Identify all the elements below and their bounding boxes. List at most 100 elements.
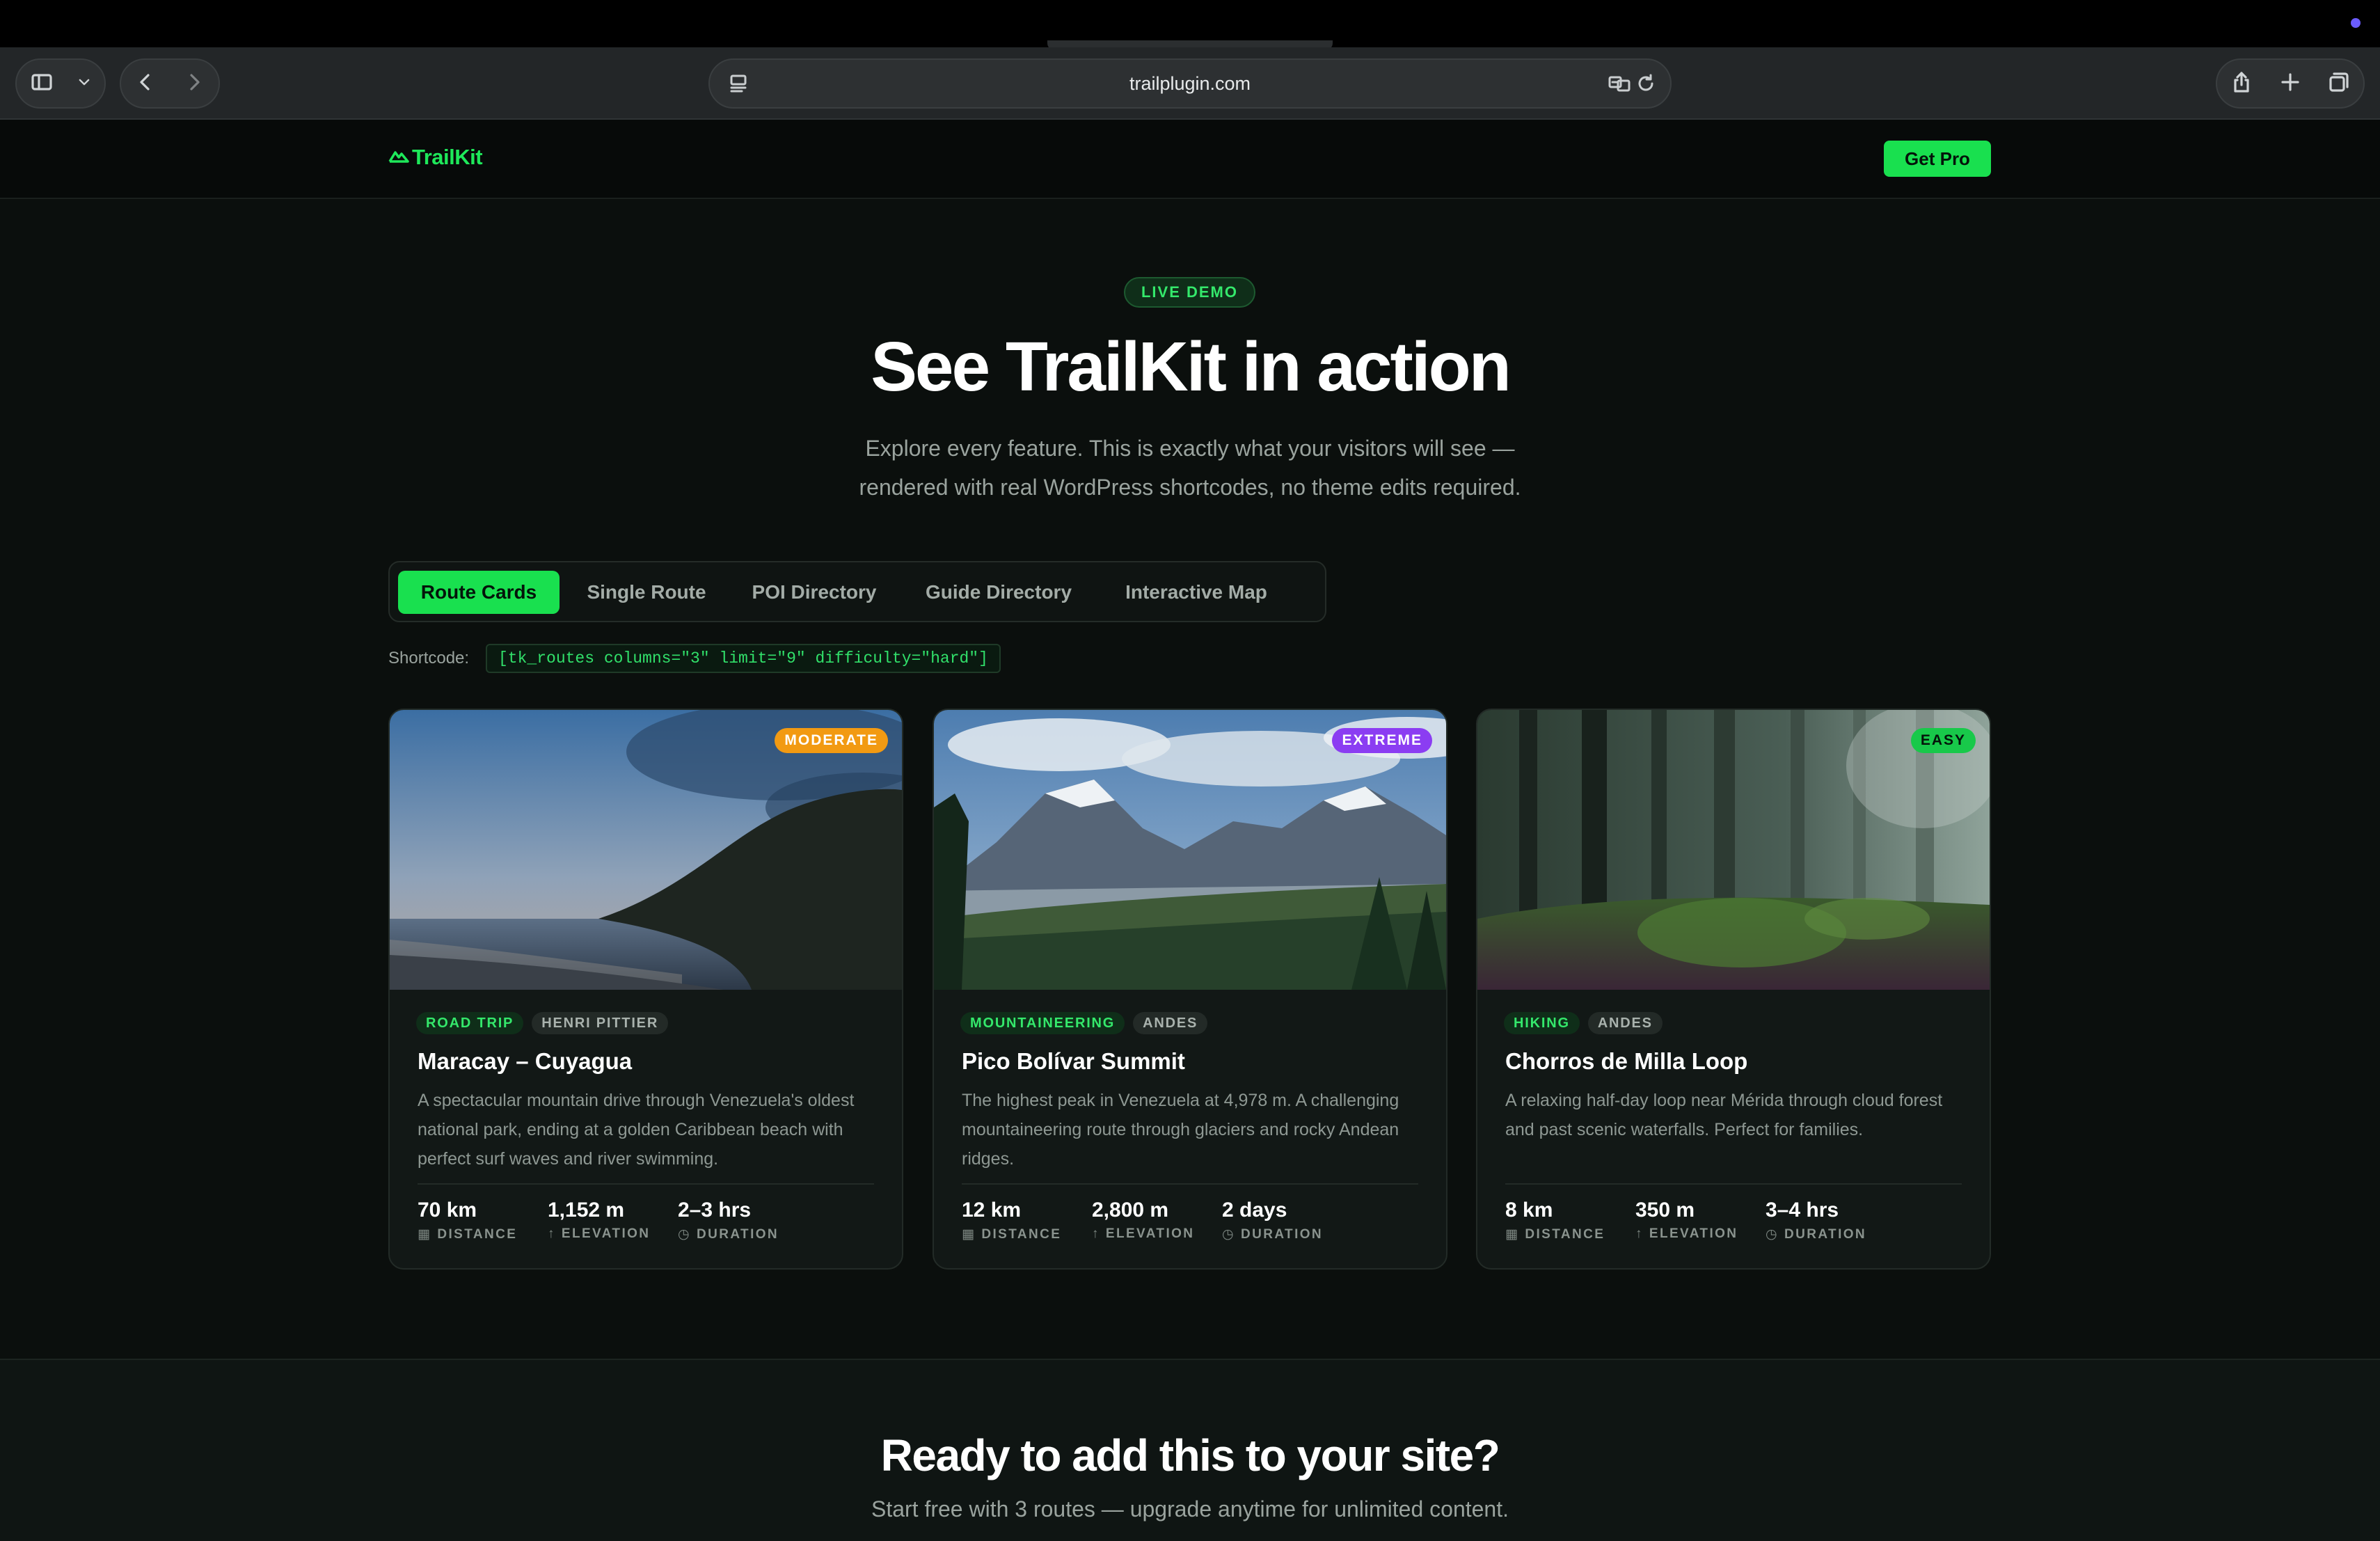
route-tags: HIKING ANDES — [1504, 1012, 1663, 1034]
route-stats: 12 km ▦ DISTANCE 2,800 m ↑ ELEVATION 2 day… — [962, 1199, 1352, 1242]
stat-value: 2 days — [1222, 1199, 1287, 1222]
share-icon — [2230, 70, 2253, 97]
stat-label: DISTANCE — [437, 1227, 518, 1242]
tab-interactive-map[interactable]: Interactive Map — [1102, 571, 1290, 614]
route-card[interactable]: EASY HIKING ANDES Chorros de Milla Loop … — [1476, 709, 1991, 1270]
sidebar-toggle-button[interactable] — [17, 60, 67, 107]
category-tag[interactable]: ROAD TRIP — [416, 1012, 524, 1034]
arrow-up-icon: ↑ — [1635, 1226, 1644, 1241]
stat-label: DISTANCE — [981, 1227, 1062, 1242]
cta-section: Ready to add this to your site? Start fr… — [0, 1359, 2380, 1541]
category-tag[interactable]: MOUNTAINEERING — [960, 1012, 1125, 1034]
stat-distance: 12 km ▦ DISTANCE — [962, 1199, 1092, 1242]
mountain-icon — [388, 148, 409, 167]
route-tags: MOUNTAINEERING ANDES — [960, 1012, 1208, 1034]
shortcode-snippet[interactable]: [tk_routes columns="3" limit="9" difficu… — [486, 644, 1001, 673]
url-text[interactable]: trailplugin.com — [710, 60, 1670, 107]
region-tag[interactable]: HENRI PITTIER — [532, 1012, 669, 1034]
stat-elevation: 350 m ↑ ELEVATION — [1635, 1199, 1766, 1242]
camera-indicator-dot — [2351, 18, 2361, 28]
sidebar-menu-button[interactable] — [67, 60, 102, 107]
card-divider — [418, 1183, 874, 1185]
window-controls — [2216, 58, 2365, 109]
stat-duration: 2 days ◷ DURATION — [1222, 1199, 1352, 1242]
tab-single-route[interactable]: Single Route — [572, 571, 721, 614]
stat-label: DURATION — [1784, 1227, 1867, 1242]
tabs-icon — [2327, 70, 2351, 97]
reload-icon[interactable] — [1634, 72, 1658, 95]
back-icon — [134, 70, 157, 97]
arrow-up-icon: ↑ — [548, 1226, 556, 1241]
sidebar-controls — [15, 58, 106, 109]
stat-value: 1,152 m — [548, 1199, 625, 1222]
system-top-bar — [0, 0, 2380, 50]
difficulty-badge: MODERATE — [775, 728, 888, 753]
live-demo-badge: LIVE DEMO — [1124, 277, 1255, 308]
stat-label: ELEVATION — [1105, 1226, 1195, 1241]
card-divider — [962, 1183, 1418, 1185]
stat-duration: 2–3 hrs ◷ DURATION — [678, 1199, 808, 1242]
chevron-down-icon — [75, 73, 93, 95]
route-stats: 8 km ▦ DISTANCE 350 m ↑ ELEVATION 3–4 hrs … — [1505, 1199, 1896, 1242]
sidebar-icon — [30, 70, 54, 97]
stat-duration: 3–4 hrs ◷ DURATION — [1766, 1199, 1896, 1242]
stat-label: DURATION — [1240, 1227, 1324, 1242]
stat-value: 3–4 hrs — [1766, 1199, 1839, 1222]
translate-icon[interactable] — [1608, 72, 1631, 95]
new-tab-button[interactable] — [2266, 60, 2315, 107]
plus-icon — [2278, 70, 2302, 97]
map-icon: ▦ — [962, 1227, 976, 1242]
route-title[interactable]: Maracay – Cuyagua — [418, 1048, 632, 1075]
route-description: The highest peak in Venezuela at 4,978 m… — [962, 1091, 1399, 1169]
stat-value: 2,800 m — [1092, 1199, 1169, 1222]
route-card[interactable]: EXTREME MOUNTAINEERING ANDES Pico Bolíva… — [933, 709, 1447, 1270]
stat-elevation: 2,800 m ↑ ELEVATION — [1092, 1199, 1222, 1242]
browser-toolbar: trailplugin.com — [0, 47, 2380, 120]
route-tags: ROAD TRIP HENRI PITTIER — [416, 1012, 669, 1034]
logo-text: TrailKit — [412, 145, 483, 169]
page-subtitle: Explore every feature. This is exactly w… — [765, 429, 1615, 507]
stat-distance: 8 km ▦ DISTANCE — [1505, 1199, 1635, 1242]
card-divider — [1505, 1183, 1962, 1185]
tab-route-cards[interactable]: Route Cards — [398, 571, 560, 614]
site-logo[interactable]: TrailKit — [388, 145, 483, 170]
tab-overview-button[interactable] — [2315, 60, 2363, 107]
route-title[interactable]: Pico Bolívar Summit — [962, 1048, 1185, 1075]
shortcode-label: Shortcode: — [388, 649, 470, 667]
stat-label: DISTANCE — [1525, 1227, 1605, 1242]
map-icon: ▦ — [418, 1227, 432, 1242]
demo-tabs: Route Cards Single Route POI Directory G… — [388, 561, 1326, 622]
site-header: TrailKit Get Pro — [0, 120, 2380, 199]
route-title[interactable]: Chorros de Milla Loop — [1505, 1048, 1747, 1075]
route-description: A spectacular mountain drive through Ven… — [418, 1091, 855, 1169]
back-button[interactable] — [121, 60, 170, 107]
stat-value: 12 km — [962, 1199, 1022, 1222]
region-tag[interactable]: ANDES — [1133, 1012, 1208, 1034]
stat-label: DURATION — [696, 1227, 779, 1242]
clock-icon: ◷ — [1766, 1227, 1779, 1242]
stat-elevation: 1,152 m ↑ ELEVATION — [548, 1199, 678, 1242]
stat-value: 8 km — [1505, 1199, 1553, 1222]
share-button[interactable] — [2217, 60, 2266, 107]
forward-button[interactable] — [170, 60, 219, 107]
route-description: A relaxing half-day loop near Mérida thr… — [1505, 1091, 1943, 1139]
stat-label: ELEVATION — [561, 1226, 651, 1241]
difficulty-badge: EXTREME — [1332, 728, 1432, 753]
cta-title: Ready to add this to your site? — [880, 1430, 1500, 1480]
category-tag[interactable]: HIKING — [1504, 1012, 1580, 1034]
route-card[interactable]: MODERATE ROAD TRIP HENRI PITTIER Maracay… — [388, 709, 903, 1270]
history-controls — [120, 58, 220, 109]
stat-label: ELEVATION — [1649, 1226, 1738, 1241]
region-tag[interactable]: ANDES — [1587, 1012, 1663, 1034]
address-bar[interactable]: trailplugin.com — [708, 58, 1672, 109]
route-stats: 70 km ▦ DISTANCE 1,152 m ↑ ELEVATION 2–3 h… — [418, 1199, 808, 1242]
forward-icon — [182, 70, 206, 97]
page-title: See TrailKit in action — [871, 328, 1512, 406]
tab-guide-directory[interactable]: Guide Directory — [907, 571, 1090, 614]
subtitle-line-1: Explore every feature. This is exactly w… — [865, 436, 1515, 461]
difficulty-badge: EASY — [1910, 728, 1976, 753]
tab-poi-directory[interactable]: POI Directory — [733, 571, 895, 614]
arrow-up-icon: ↑ — [1092, 1226, 1100, 1241]
stat-distance: 70 km ▦ DISTANCE — [418, 1199, 548, 1242]
get-pro-button[interactable]: Get Pro — [1884, 141, 1991, 177]
